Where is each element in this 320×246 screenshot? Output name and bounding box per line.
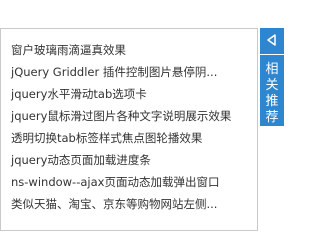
list-item: 透明切换tab标签样式焦点图轮播效果 <box>1 127 257 149</box>
triangle-left-icon[interactable] <box>266 34 278 46</box>
related-link[interactable]: jquery水平滑动tab选项卡 <box>11 87 147 101</box>
tab-label: 相关推荐 <box>265 62 279 125</box>
list-item: jquery动态页面加载进度条 <box>1 149 257 171</box>
tab-divider <box>260 54 284 55</box>
list-item: jQuery Griddler 插件控制图片悬停阴... <box>1 61 257 83</box>
list-item: ns-window--ajax页面动态加载弹出窗口 <box>1 171 257 193</box>
related-link[interactable]: 透明切换tab标签样式焦点图轮播效果 <box>11 131 202 145</box>
list-item: 窗户玻璃雨滴逼真效果 <box>1 39 257 61</box>
related-link[interactable]: jquery动态页面加载进度条 <box>11 153 151 167</box>
related-link[interactable]: jQuery Griddler 插件控制图片悬停阴... <box>11 65 217 79</box>
related-link[interactable]: jquery鼠标滑过图片各种文字说明展示效果 <box>11 109 231 123</box>
related-link[interactable]: 窗户玻璃雨滴逼真效果 <box>11 43 126 57</box>
list-item: jquery鼠标滑过图片各种文字说明展示效果 <box>1 105 257 127</box>
related-link[interactable]: ns-window--ajax页面动态加载弹出窗口 <box>11 175 219 189</box>
related-links-list: 窗户玻璃雨滴逼真效果 jQuery Griddler 插件控制图片悬停阴... … <box>1 29 257 215</box>
related-link[interactable]: 类似天猫、淘宝、京东等购物网站左侧... <box>11 197 217 211</box>
list-item: 类似天猫、淘宝、京东等购物网站左侧... <box>1 193 257 215</box>
related-links-panel: 窗户玻璃雨滴逼真效果 jQuery Griddler 插件控制图片悬停阴... … <box>0 28 258 231</box>
list-item: jquery水平滑动tab选项卡 <box>1 83 257 105</box>
related-recommendations-tab[interactable]: 相关推荐 <box>260 28 284 126</box>
